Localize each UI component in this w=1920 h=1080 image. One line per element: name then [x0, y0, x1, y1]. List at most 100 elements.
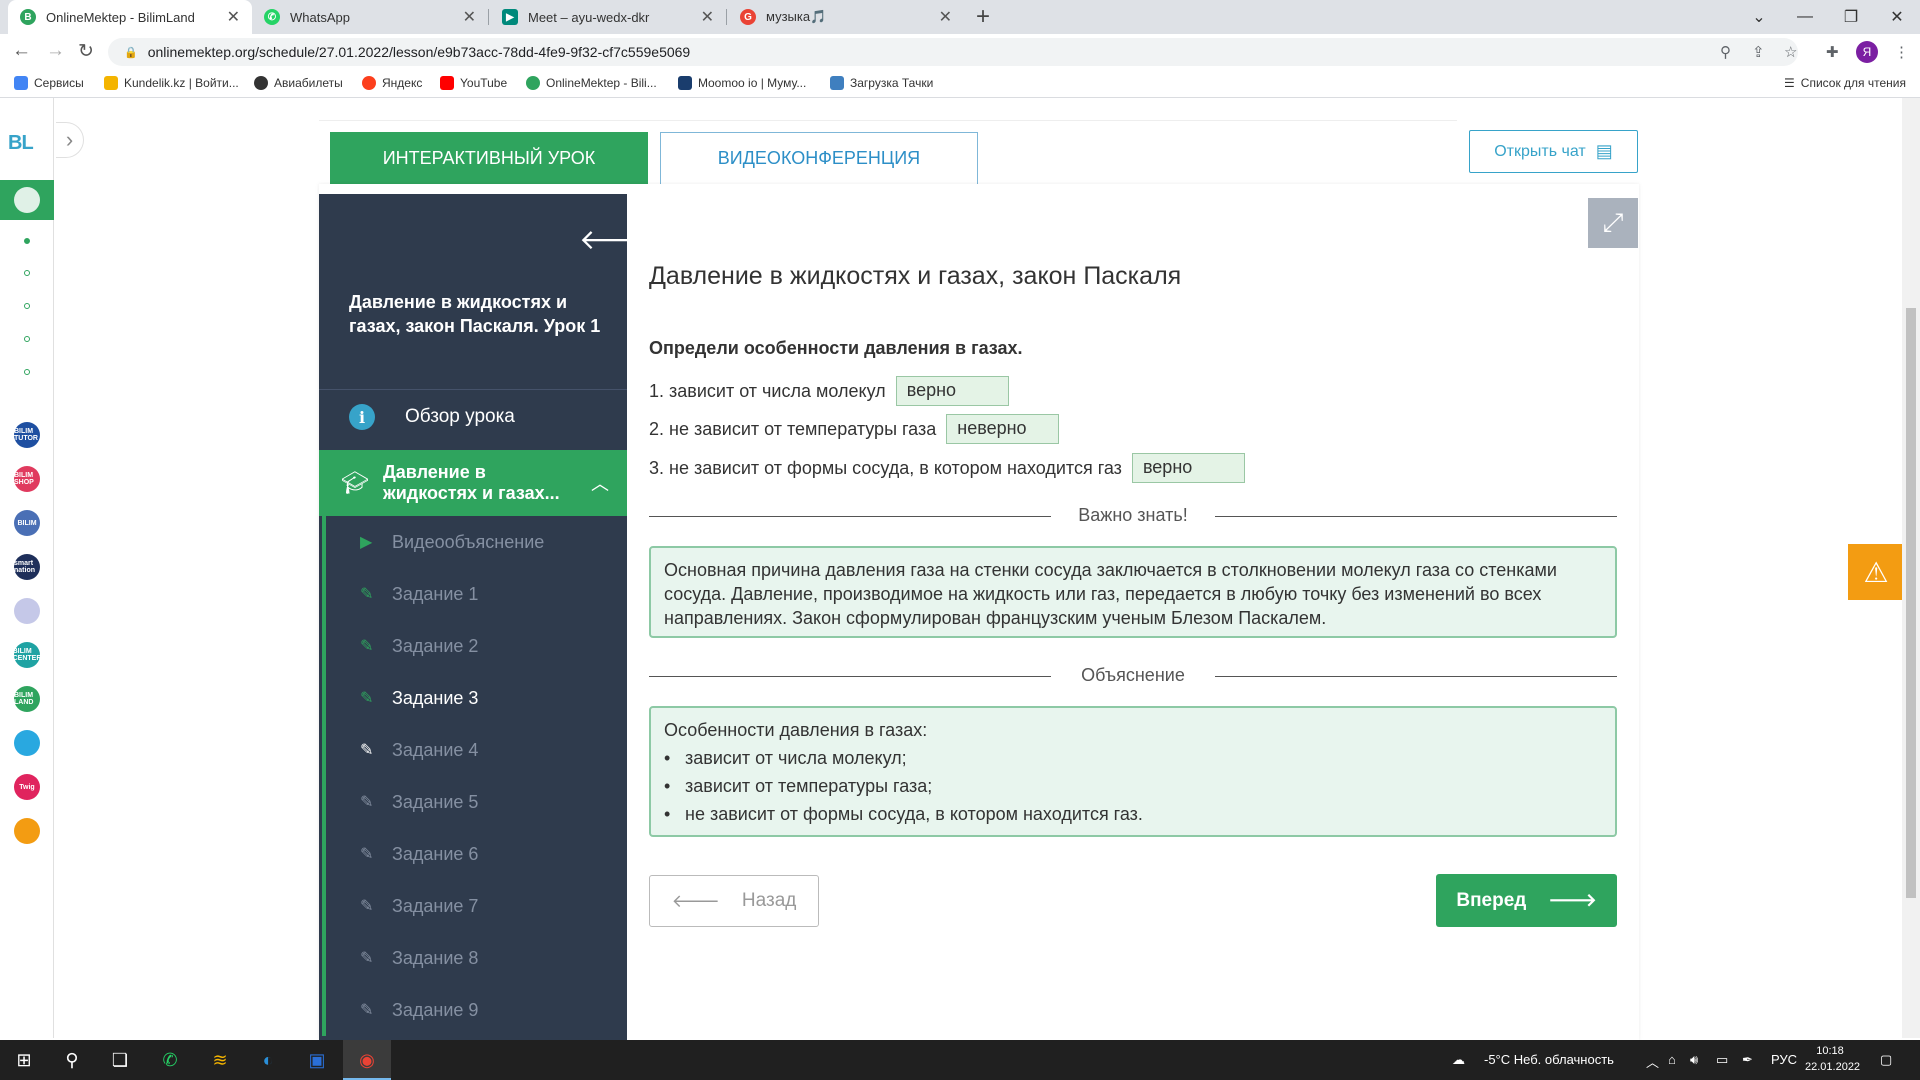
bookmark-item[interactable]: Сервисы	[14, 76, 84, 90]
weather-icon[interactable]: ☁	[1452, 1052, 1465, 1068]
bookmark-star-icon[interactable]: ☆	[1784, 43, 1797, 61]
reading-list[interactable]: ☰ Список для чтения	[1784, 76, 1906, 90]
bilim-shop-icon[interactable]: BILIM SHOP	[14, 466, 40, 492]
window-close-button[interactable]: ✕	[1874, 0, 1920, 34]
tab-interactive-lesson[interactable]: ИНТЕРАКТИВНЫЙ УРОК	[330, 132, 648, 184]
close-icon[interactable]: ✕	[227, 7, 240, 27]
task-view-icon[interactable]: ❏	[108, 1048, 132, 1072]
close-icon[interactable]: ✕	[701, 7, 714, 27]
share-icon[interactable]: ⇪	[1752, 43, 1765, 61]
search-icon[interactable]: ⚲	[60, 1048, 84, 1072]
chrome-icon[interactable]: ◉	[355, 1048, 379, 1072]
edge-icon[interactable]: ◐	[256, 1048, 280, 1072]
online-mektep-icon	[14, 187, 40, 213]
explanation-list: зависит от числа молекул; зависит от тем…	[664, 746, 1602, 826]
profile-avatar[interactable]: Я	[1856, 41, 1878, 63]
minimize-button[interactable]: —	[1782, 0, 1828, 34]
bl-logo[interactable]: BL	[8, 132, 34, 155]
weather-text[interactable]: -5°C Неб. облачность	[1484, 1052, 1614, 1067]
browser-tab-whatsapp[interactable]: ✆ WhatsApp ✕	[252, 0, 488, 34]
zoom-icon[interactable]: ⚲	[1720, 43, 1731, 61]
smart-nation-icon[interactable]: smart nation	[14, 554, 40, 580]
new-tab-button[interactable]: +	[976, 3, 990, 31]
answer-field[interactable]: неверно	[946, 414, 1060, 444]
browser-tab-meet[interactable]: ▶ Meet – ayu-wedx-dkr ✕	[490, 0, 726, 34]
lesson-item-video[interactable]: ▶ Видеообъяснение	[326, 516, 627, 568]
next-button[interactable]: Вперед 🡒	[1436, 874, 1617, 927]
address-bar[interactable]: 🔒 onlinemektep.org/schedule/27.01.2022/l…	[108, 38, 1798, 66]
battery-icon[interactable]: ▭	[1716, 1052, 1728, 1068]
bookmark-item[interactable]: YouTube	[440, 76, 507, 90]
sun-app-icon[interactable]	[14, 818, 40, 844]
network-icon[interactable]: ⌂	[1668, 1052, 1676, 1067]
scrollbar-thumb[interactable]	[1906, 308, 1916, 898]
browser-tab-onlinemektep[interactable]: B OnlineMektep - BilimLand ✕	[8, 0, 252, 34]
bookmark-label: Яндекс	[382, 76, 423, 90]
menu-icon[interactable]: ⋮	[1894, 43, 1909, 61]
lesson-item-task-9[interactable]: ✎ Задание 9	[326, 984, 627, 1036]
bookmark-item[interactable]: Kundelik.kz | Войти...	[104, 76, 239, 90]
clipboard-icon[interactable]	[14, 730, 40, 756]
lesson-item-task-2[interactable]: ✎ Задание 2	[326, 620, 627, 672]
media-icon[interactable]	[14, 598, 40, 624]
lesson-item-task-3[interactable]: ✎ Задание 3	[326, 672, 627, 724]
lesson-overview-item[interactable]: i Обзор урока	[319, 390, 627, 444]
bilim-icon[interactable]: BILIM	[14, 510, 40, 536]
lesson-item-task-8[interactable]: ✎ Задание 8	[326, 932, 627, 984]
lesson-item-task-7[interactable]: ✎ Задание 7	[326, 880, 627, 932]
volume-icon[interactable]: 🔊︎	[1690, 1052, 1698, 1068]
lesson-item-task-4[interactable]: ✎ Задание 4	[326, 724, 627, 776]
close-icon[interactable]: ✕	[463, 7, 476, 27]
whatsapp-icon[interactable]: ✆	[158, 1048, 182, 1072]
side-dot[interactable]	[24, 238, 30, 244]
lesson-item-task-1[interactable]: ✎ Задание 1	[326, 568, 627, 620]
bookmark-item[interactable]: Moomoo io | Муму...	[678, 76, 806, 90]
collapse-arrow-icon[interactable]: 🡐	[579, 222, 627, 256]
photos-icon[interactable]: ▣	[305, 1048, 329, 1072]
close-icon[interactable]: ✕	[939, 7, 952, 27]
bilimland-icon	[526, 76, 540, 90]
back-icon[interactable]: ←	[12, 40, 31, 62]
reload-icon[interactable]: ↻	[78, 40, 94, 63]
bluestacks-icon[interactable]: ≋	[208, 1048, 232, 1072]
windows-start-icon[interactable]: ⊞	[12, 1048, 36, 1072]
extensions-icon[interactable]: ✚	[1826, 43, 1839, 61]
bookmark-item[interactable]: Яндекс	[362, 76, 422, 90]
pen-icon[interactable]: ✒	[1742, 1052, 1753, 1068]
fullscreen-expand-icon[interactable]: ⤢	[1588, 198, 1638, 248]
google-search-icon: G	[740, 9, 756, 25]
bilim-center-icon[interactable]: BILIM CENTER	[13, 642, 41, 668]
answer-field[interactable]: верно	[895, 376, 1009, 406]
chevron-up-icon[interactable]: ︿	[591, 470, 609, 496]
open-chat-button[interactable]: Открыть чат ▤	[1469, 130, 1638, 173]
bilim-tutor-icon[interactable]: BILIM TUTOR	[14, 422, 40, 448]
side-active-app[interactable]	[0, 180, 54, 220]
warning-icon[interactable]: ⚠	[1848, 544, 1904, 600]
sidebar-expand-button[interactable]: ›	[56, 122, 84, 158]
restore-button[interactable]: ❐	[1828, 0, 1874, 34]
next-label: Вперед	[1456, 889, 1527, 911]
notifications-icon[interactable]: ▢	[1880, 1052, 1892, 1068]
bilim-land-icon[interactable]: BILIM LAND	[14, 686, 40, 712]
answer-field[interactable]: верно	[1131, 453, 1245, 483]
lesson-item-task-5[interactable]: ✎ Задание 5	[326, 776, 627, 828]
chevron-up-icon[interactable]: ︿	[1646, 1052, 1659, 1071]
forward-icon[interactable]: →	[46, 40, 65, 62]
browser-tab-music[interactable]: G музыка🎵 ✕	[728, 0, 964, 34]
side-dot[interactable]	[24, 369, 30, 375]
lesson-item-task-6[interactable]: ✎ Задание 6	[326, 828, 627, 880]
bookmark-item[interactable]: Загрузка Тачки	[830, 76, 933, 90]
tab-videoconference[interactable]: ВИДЕОКОНФЕРЕНЦИЯ	[660, 132, 978, 184]
input-language[interactable]: РУС	[1771, 1052, 1797, 1067]
back-button[interactable]: 🡐 Назад	[649, 875, 819, 927]
bookmark-item[interactable]: Авиабилеты	[254, 76, 343, 90]
lesson-section-header[interactable]: 🎓︎ Давление в жидкостях и газах... ︿	[319, 450, 627, 516]
side-dot[interactable]	[24, 303, 30, 309]
bookmark-item[interactable]: OnlineMektep - Bili...	[526, 76, 657, 90]
page-scrollbar[interactable]	[1902, 98, 1920, 1038]
twig-icon[interactable]: Twig	[14, 774, 40, 800]
taskbar-clock[interactable]: 10:18 22.01.2022	[1805, 1043, 1860, 1075]
side-dot[interactable]	[24, 336, 30, 342]
tab-search-icon[interactable]: ⌄	[1736, 0, 1782, 34]
side-dot[interactable]	[24, 270, 30, 276]
